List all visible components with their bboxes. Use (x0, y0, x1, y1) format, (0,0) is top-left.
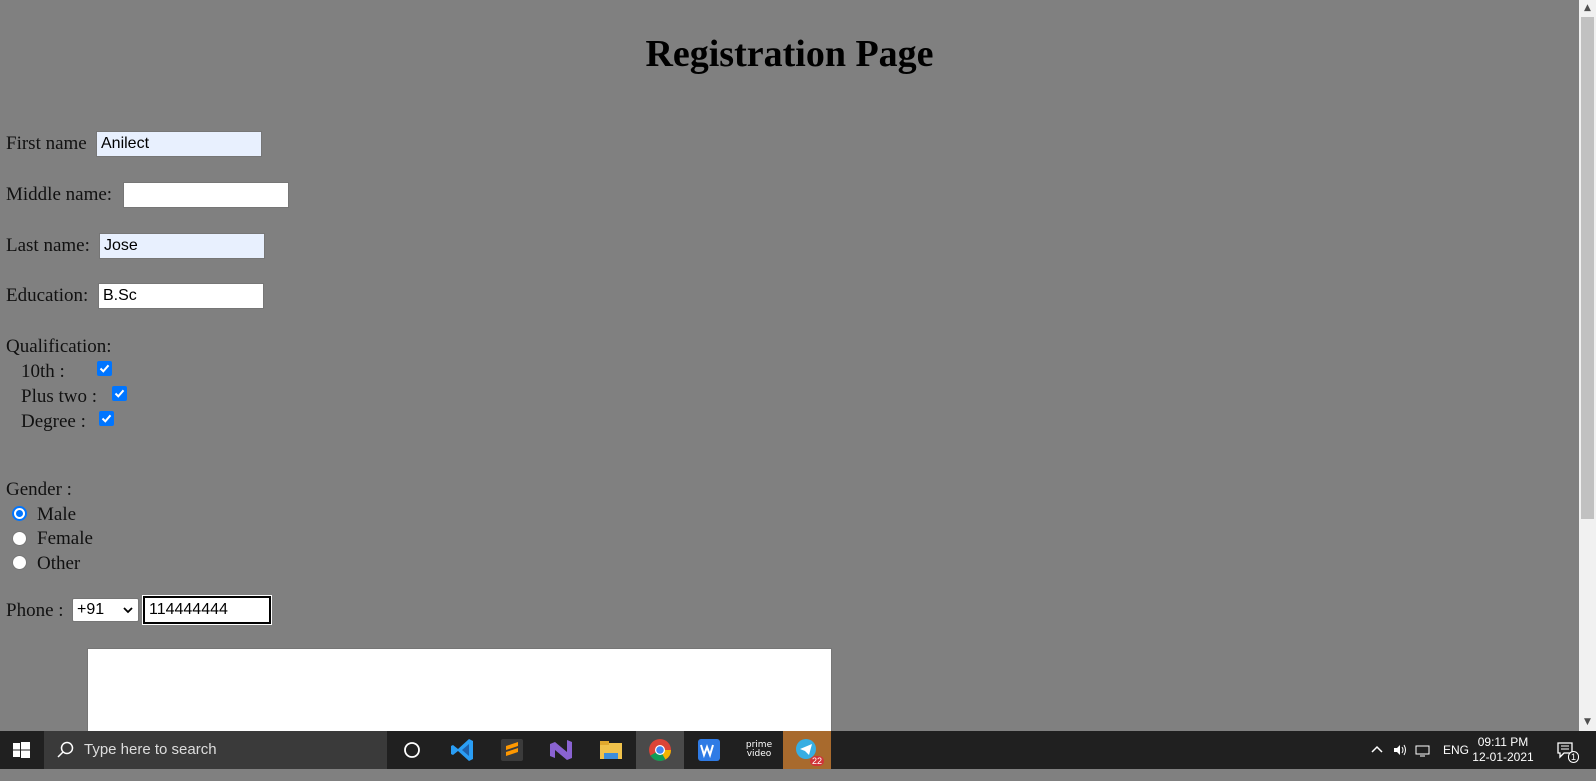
notification-center-icon[interactable]: 1 (1556, 741, 1580, 779)
middle-name-input[interactable] (123, 182, 289, 208)
qualification-label: Qualification: (6, 336, 112, 357)
scroll-thumb[interactable] (1581, 17, 1594, 519)
chevron-up-icon[interactable] (1370, 743, 1384, 781)
first-name-input[interactable] (96, 131, 262, 157)
wps-icon (698, 739, 720, 761)
last-name-label: Last name: (6, 235, 90, 256)
education-label: Education: (6, 285, 89, 306)
volume-icon[interactable] (1392, 743, 1408, 781)
windows-logo-icon (13, 742, 30, 758)
chevron-down-icon (122, 603, 134, 621)
search-placeholder: Type here to search (84, 741, 217, 758)
visual-studio-button[interactable] (537, 731, 585, 769)
visual-studio-icon (550, 740, 572, 760)
prime-video-icon: prime video (745, 740, 773, 759)
telegram-badge: 22 (810, 756, 825, 766)
start-button[interactable] (0, 731, 44, 769)
gender-female-radio[interactable] (12, 531, 27, 546)
last-name-input[interactable] (99, 233, 265, 259)
phone-code-value: +91 (77, 601, 105, 618)
clock-time: 09:11 PM (1477, 735, 1529, 749)
qualification-degree-checkbox[interactable] (99, 411, 114, 426)
page-scrollbar[interactable]: ▲ ▼ (1579, 0, 1596, 731)
gender-male-label: Male (37, 504, 77, 525)
telegram-icon (796, 739, 816, 759)
file-explorer-icon (600, 741, 622, 759)
vscode-icon (451, 739, 473, 761)
gender-other-label: Other (37, 553, 81, 574)
scroll-down-icon[interactable]: ▼ (1579, 714, 1596, 731)
page-title: Registration Page (645, 33, 934, 75)
gender-label: Gender : (6, 479, 72, 500)
taskbar-clock[interactable]: 09:11 PM 12-01-2021 (1468, 735, 1538, 765)
phone-code-select[interactable]: +91 (72, 598, 139, 622)
gender-female-label: Female (37, 528, 93, 549)
gender-male-radio[interactable] (12, 506, 27, 521)
page-viewport: Registration Page First name Middle name… (0, 0, 1579, 731)
sublime-icon (501, 739, 523, 761)
prime-video-button[interactable]: prime video (734, 731, 782, 769)
notification-count: 1 (1568, 751, 1580, 763)
phone-number-input[interactable] (143, 596, 271, 624)
network-icon[interactable] (1415, 743, 1431, 781)
qualification-plus-two-label: Plus two : (21, 386, 98, 407)
middle-name-label: Middle name: (6, 184, 113, 205)
chrome-button[interactable] (636, 731, 684, 769)
windows-taskbar: Type here to search prime video 22 ENG 0… (0, 731, 1596, 769)
chrome-icon (649, 739, 671, 761)
qualification-10th-label: 10th : (21, 361, 65, 382)
gender-other-radio[interactable] (12, 555, 27, 570)
qualification-plus-two-checkbox[interactable] (112, 386, 127, 401)
telegram-button[interactable]: 22 (783, 731, 831, 769)
education-input[interactable] (98, 283, 264, 309)
vscode-button[interactable] (438, 731, 486, 769)
scroll-up-icon[interactable]: ▲ (1579, 0, 1596, 17)
first-name-label: First name (6, 133, 87, 154)
taskbar-search-box[interactable]: Type here to search (44, 731, 387, 769)
cortana-icon (404, 742, 420, 758)
wps-button[interactable] (685, 731, 733, 769)
file-explorer-button[interactable] (587, 731, 635, 769)
qualification-10th-checkbox[interactable] (97, 361, 112, 376)
phone-label: Phone : (6, 600, 64, 621)
address-textarea[interactable] (87, 648, 832, 731)
search-icon (56, 740, 76, 765)
clock-date: 12-01-2021 (1472, 750, 1534, 764)
cortana-button[interactable] (388, 731, 436, 769)
language-indicator[interactable]: ENG (1443, 743, 1469, 781)
sublime-button[interactable] (488, 731, 536, 769)
qualification-degree-label: Degree : (21, 411, 86, 432)
